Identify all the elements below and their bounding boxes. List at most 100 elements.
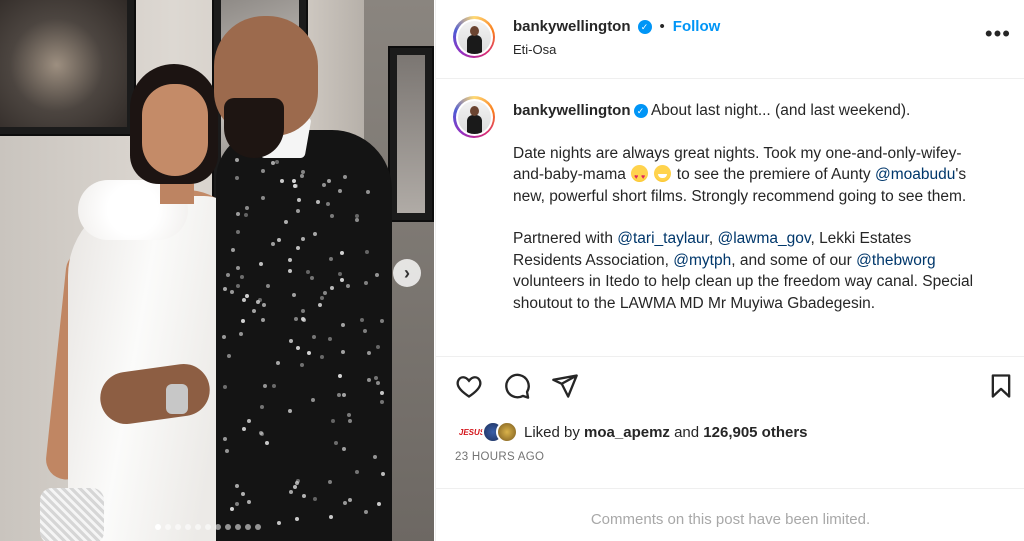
sequin-dot bbox=[230, 506, 234, 511]
sequin-dot bbox=[364, 280, 369, 285]
sequin-dot bbox=[296, 209, 301, 214]
post-caption: bankywellington ✓ About last night... (an… bbox=[513, 100, 983, 335]
caption-paragraph: Partnered with @tari_taylaur, @lawma_gov… bbox=[513, 228, 983, 314]
wristwatch bbox=[166, 384, 188, 414]
sequin-dot bbox=[354, 217, 359, 222]
sequin-dot bbox=[337, 373, 342, 378]
sequin-dot bbox=[380, 391, 385, 396]
sequin-dot bbox=[307, 350, 312, 355]
sequin-dot bbox=[331, 418, 336, 423]
wall-painting-right bbox=[388, 46, 434, 222]
action-bar bbox=[436, 372, 1024, 404]
sequin-dot bbox=[234, 483, 239, 488]
mention-link[interactable]: @mytph bbox=[673, 252, 731, 269]
sequin-dot bbox=[318, 302, 323, 307]
sequin-dot bbox=[363, 328, 368, 333]
sequin-dot bbox=[252, 309, 257, 314]
man-sequin-jacket bbox=[216, 130, 392, 541]
sequin-dot bbox=[236, 265, 241, 270]
sequin-dot bbox=[235, 157, 240, 162]
sequin-dot bbox=[322, 290, 327, 295]
save-button[interactable] bbox=[987, 372, 1017, 402]
mention-link[interactable]: @thebworg bbox=[856, 252, 936, 269]
sequin-dot bbox=[259, 405, 264, 410]
sequin-dot bbox=[277, 238, 282, 243]
sequin-dot bbox=[240, 274, 245, 279]
sequin-dot bbox=[345, 283, 350, 288]
liker-username-link[interactable]: moa_apemz bbox=[584, 424, 670, 441]
location-link[interactable]: Eti-Osa bbox=[513, 42, 556, 57]
sequin-dot bbox=[346, 413, 351, 418]
man-beard bbox=[224, 98, 284, 158]
carousel-dot bbox=[205, 524, 211, 530]
sequin-dot bbox=[271, 383, 276, 388]
username-link[interactable]: bankywellington bbox=[513, 18, 631, 35]
carousel-dots bbox=[155, 524, 261, 530]
sequin-dot bbox=[301, 169, 306, 174]
caption-text: to see the premiere of Aunty bbox=[676, 166, 871, 183]
comment-button[interactable] bbox=[503, 372, 533, 402]
sequin-dot bbox=[311, 335, 316, 340]
avatar[interactable] bbox=[453, 16, 495, 58]
sequin-dot bbox=[354, 470, 359, 475]
sequin-dot bbox=[222, 385, 227, 390]
heart-icon bbox=[456, 376, 482, 398]
sequin-dot bbox=[310, 397, 315, 402]
sequin-dot bbox=[261, 196, 266, 201]
sequin-dot bbox=[319, 296, 324, 300]
sequin-dot bbox=[235, 229, 240, 234]
caption-text: Partnered with bbox=[513, 230, 613, 247]
sequin-dot bbox=[381, 472, 386, 477]
post-media[interactable]: › bbox=[0, 0, 434, 541]
clutch-bag bbox=[40, 488, 104, 541]
likes-prefix: Liked by bbox=[524, 423, 580, 441]
follow-button[interactable]: Follow bbox=[673, 18, 721, 35]
sequin-dot bbox=[226, 353, 231, 358]
mention-link[interactable]: @lawma_gov bbox=[717, 230, 810, 247]
likes-count-link[interactable]: 126,905 others bbox=[703, 424, 807, 441]
sequin-dot bbox=[262, 302, 267, 307]
sequin-dot bbox=[342, 501, 347, 506]
caption-username-link[interactable]: bankywellington bbox=[513, 102, 631, 119]
sequin-dot bbox=[338, 189, 343, 194]
mention-link[interactable]: @tari_taylaur bbox=[617, 230, 709, 247]
like-button[interactable] bbox=[455, 372, 485, 402]
caption-text: , and some of our bbox=[731, 251, 852, 269]
caption-first-line: bankywellington ✓ About last night... (an… bbox=[513, 100, 983, 122]
sequin-dot bbox=[343, 175, 348, 180]
likes-middle: and bbox=[674, 423, 700, 441]
sequin-dot bbox=[320, 355, 325, 360]
sequin-dot bbox=[242, 426, 247, 431]
sequin-dot bbox=[293, 485, 298, 490]
liker-avatar[interactable] bbox=[496, 421, 518, 443]
sequin-dot bbox=[321, 182, 326, 187]
more-options-icon[interactable]: ••• bbox=[985, 23, 1011, 45]
grinning-emoji-icon bbox=[654, 165, 672, 182]
sequin-dot bbox=[223, 286, 228, 291]
mention-link[interactable]: @moabudu bbox=[875, 166, 955, 183]
sequin-dot bbox=[342, 447, 347, 452]
sequin-dot bbox=[301, 318, 306, 323]
caption-avatar[interactable] bbox=[453, 96, 495, 138]
carousel-dot bbox=[195, 524, 201, 530]
divider bbox=[436, 488, 1024, 489]
post-timestamp[interactable]: 23 HOURS AGO bbox=[455, 451, 544, 463]
sequin-dot bbox=[222, 335, 227, 340]
chevron-right-icon: › bbox=[404, 262, 410, 283]
share-button[interactable] bbox=[551, 372, 581, 402]
sequin-dot bbox=[260, 169, 265, 174]
sequin-dot bbox=[347, 497, 352, 502]
caption-text: About last night... (and last weekend). bbox=[650, 102, 911, 119]
sequin-dot bbox=[244, 293, 249, 298]
sequin-dot bbox=[262, 383, 267, 388]
sequin-dot bbox=[277, 521, 282, 526]
sequin-dot bbox=[275, 361, 280, 366]
sequin-dot bbox=[265, 441, 270, 446]
sequin-dot bbox=[297, 197, 302, 202]
carousel-dot bbox=[245, 524, 251, 530]
sequin-dot bbox=[360, 317, 365, 322]
carousel-next-button[interactable]: › bbox=[393, 259, 421, 287]
sequin-dot bbox=[271, 242, 276, 247]
sequin-dot bbox=[296, 245, 301, 250]
sequin-dot bbox=[327, 336, 332, 341]
